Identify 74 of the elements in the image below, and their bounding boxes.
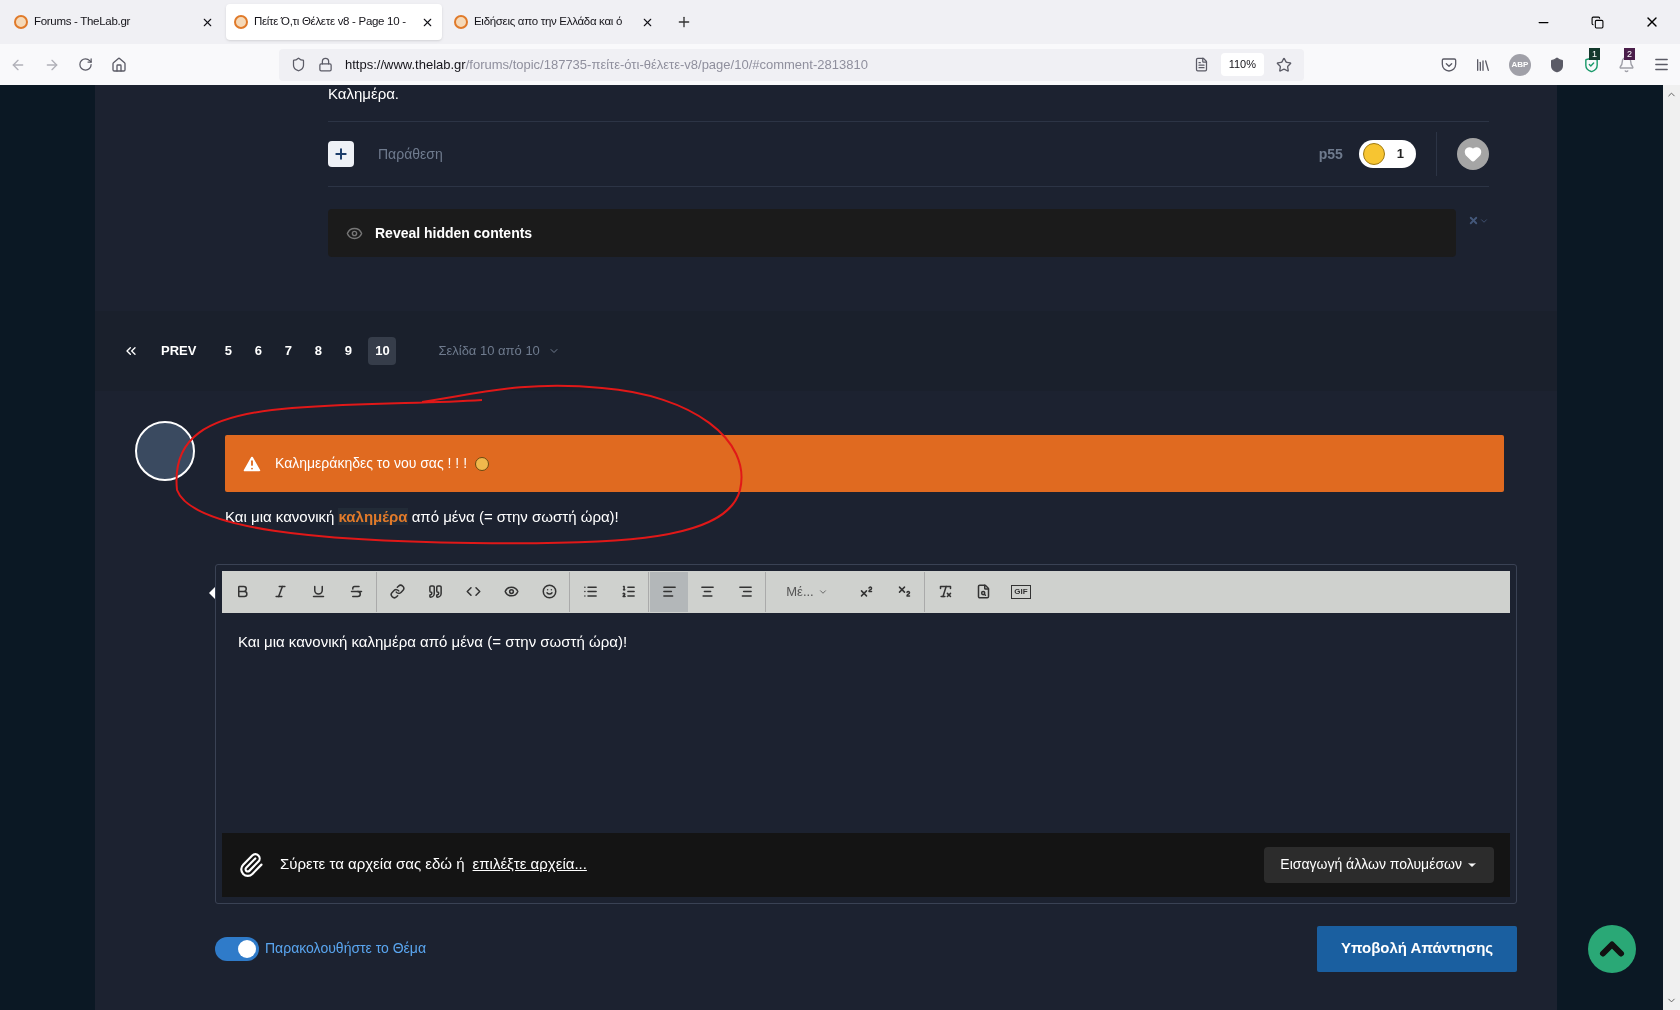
numbers-icon: [620, 584, 636, 599]
follow-label: Παρακολουθήστε το Θέμα: [265, 939, 426, 958]
new-tab-icon[interactable]: [676, 14, 692, 30]
like-button[interactable]: [1457, 138, 1489, 170]
choose-files-link[interactable]: επιλέξτε αρχεία...: [472, 853, 587, 876]
site-logo-icon: [14, 15, 28, 29]
warning-banner: Καλημεράκηδες το νου σας ! ! !: [225, 435, 1504, 492]
follow-toggle[interactable]: [215, 936, 259, 961]
author-name: p55: [1318, 144, 1343, 164]
align-right-icon: [737, 584, 753, 599]
collapse-arrow-icon[interactable]: [209, 586, 215, 599]
zoom-level[interactable]: 110%: [1220, 53, 1264, 76]
restore-icon[interactable]: [1591, 15, 1604, 29]
close-icon: [1468, 215, 1479, 226]
align-left-button[interactable]: [650, 571, 688, 612]
reload-icon[interactable]: [78, 57, 93, 72]
submit-reply-button[interactable]: Υποβολή Απάντησης: [1317, 925, 1517, 972]
font-size-dropdown[interactable]: Μέ...: [767, 571, 847, 612]
badge-count: 1: [1589, 48, 1600, 60]
pocket-icon[interactable]: [1441, 56, 1457, 73]
quote-icon: [427, 584, 443, 599]
badge-count: 2: [1624, 48, 1635, 60]
attach-text: Σύρετε τα αρχεία σας εδώ ή: [280, 854, 465, 875]
page-number[interactable]: 5: [214, 337, 243, 365]
plus-icon: [333, 146, 349, 162]
avatar: [135, 421, 195, 481]
italic-icon: [272, 584, 288, 599]
reader-view-icon[interactable]: [1193, 57, 1209, 72]
page-number[interactable]: 10: [368, 337, 397, 365]
bullets-icon: [582, 584, 598, 599]
preview-icon: [975, 584, 991, 599]
shield-icon[interactable]: [291, 57, 306, 72]
library-icon[interactable]: [1475, 56, 1491, 73]
page-number[interactable]: 7: [274, 337, 303, 365]
paperclip-icon: [238, 851, 264, 878]
browser-tab[interactable]: Forums - TheLab.gr: [6, 4, 222, 40]
align-left-icon: [661, 584, 677, 599]
browser-tab[interactable]: Πείτε Ό,τι Θέλετε v8 - Page 10 -: [226, 4, 442, 40]
url-text: https://www.thelab.gr/forums/topic/187735-πείτε-ότι-θέλετε-v8/page/10/#comment-2813810: [345, 55, 869, 74]
spoiler-icon: [503, 584, 519, 599]
page-number[interactable]: 9: [334, 337, 363, 365]
reaction-badge[interactable]: 1: [1358, 140, 1416, 168]
shield-extension-icon[interactable]: [1583, 56, 1600, 73]
heart-icon: [1464, 145, 1482, 163]
link-icon: [389, 584, 405, 599]
post-text: Καλημέρα.: [328, 85, 401, 104]
gif-button[interactable]: GIF: [1002, 571, 1040, 612]
strike-icon: [348, 584, 364, 599]
menu-icon[interactable]: [1653, 56, 1670, 73]
site-logo-icon: [454, 15, 468, 29]
browser-tab[interactable]: Ειδήσεις απο την Ελλάδα και ό: [446, 4, 662, 40]
clear-icon: [937, 584, 953, 599]
code-icon: [465, 584, 481, 599]
page-number[interactable]: 8: [304, 337, 333, 365]
subscript-icon: [896, 584, 912, 599]
hidden-content-box[interactable]: Reveal hidden contents: [328, 209, 1456, 257]
lock-icon: [318, 57, 333, 72]
align-center-icon: [699, 584, 715, 599]
page-jump-dropdown[interactable]: Σελίδα 10 από 10: [438, 341, 560, 361]
site-logo-icon: [234, 15, 248, 29]
scroll-to-top-button[interactable]: [1588, 925, 1636, 973]
quote-plus-button[interactable]: [328, 141, 354, 167]
prev-link[interactable]: PREV: [153, 341, 205, 361]
page-number[interactable]: 6: [244, 337, 273, 365]
quote-link[interactable]: Παράθεση: [378, 143, 443, 165]
insert-media-button[interactable]: Εισαγωγή άλλων πολυμέσων: [1264, 846, 1494, 883]
underline-icon: [310, 584, 326, 599]
superscript-icon: [858, 584, 874, 599]
bookmark-star-icon[interactable]: [1276, 56, 1292, 73]
address-bar[interactable]: https://www.thelab.gr/forums/topic/187735-πείτε-ότι-θέλετε-v8/page/10/#comment-2813810 110%: [279, 48, 1304, 81]
emoji-icon: [541, 584, 557, 599]
post-body: Και μια κανονική καλημέρα από μένα (= στην σωστή ώρα)!: [225, 507, 620, 527]
editor-text-area[interactable]: Και μια κανονική καλημέρα από μένα (= στην σωστή ώρα)!: [222, 612, 1510, 833]
home-icon[interactable]: [111, 56, 127, 73]
